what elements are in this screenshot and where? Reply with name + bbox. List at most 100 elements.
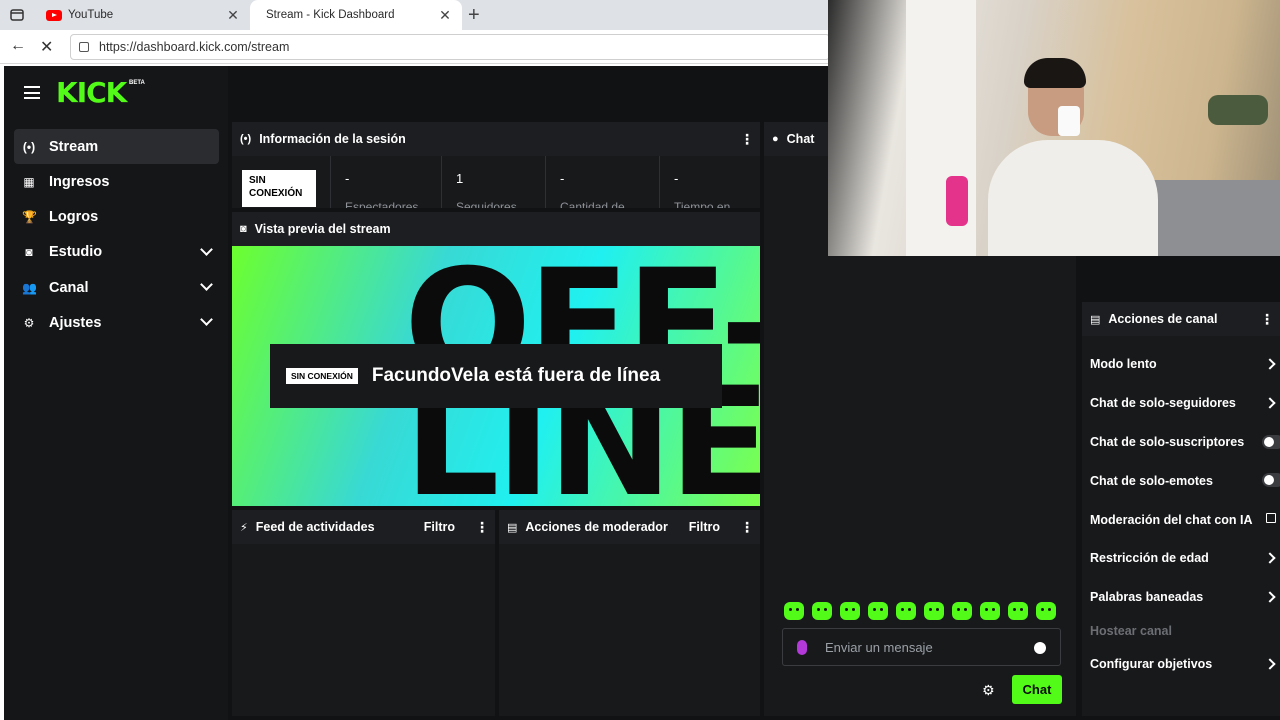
action-label: Modo lento <box>1090 357 1157 372</box>
hamburger-menu-icon[interactable] <box>24 86 40 99</box>
stat-value: - <box>345 171 350 186</box>
chevron-down-icon[interactable] <box>200 243 213 256</box>
send-chat-button[interactable]: Chat <box>1012 675 1062 704</box>
emote-icon[interactable] <box>1008 602 1028 620</box>
back-icon[interactable]: ← <box>10 37 26 55</box>
emote-icon[interactable] <box>952 602 972 620</box>
action-label: Chat de solo-seguidores <box>1090 396 1236 411</box>
action-banned-words[interactable]: Palabras baneadas <box>1082 578 1278 617</box>
trophy-icon: 🏆 <box>22 210 37 225</box>
action-age-restriction[interactable]: Restricción de edad <box>1082 539 1278 578</box>
site-info-icon[interactable] <box>79 42 89 52</box>
emote-icon[interactable] <box>812 602 832 620</box>
close-icon[interactable]: ✕ <box>226 7 240 24</box>
tab-label: Stream - Kick Dashboard <box>266 9 395 21</box>
activity-feed-panel: ⚡ Feed de actividades Filtro ⋮ <box>232 510 495 716</box>
status-badge: SIN CONEXIÓN <box>286 368 358 384</box>
chat-message-input[interactable]: Enviar un mensaje <box>782 628 1061 666</box>
emote-icon[interactable] <box>868 602 888 620</box>
new-tab-icon[interactable]: + <box>468 4 480 27</box>
stat-value: - <box>560 171 565 186</box>
preview-icon: ◙ <box>240 223 247 235</box>
action-label: Restricción de edad <box>1090 551 1209 566</box>
url-input[interactable]: https://dashboard.kick.com/stream <box>70 34 830 60</box>
action-slow-mode[interactable]: Modo lento <box>1082 345 1278 384</box>
filter-button[interactable]: Filtro <box>689 520 720 534</box>
action-label: Chat de solo-suscriptores <box>1090 434 1245 449</box>
sidebar-item-canal[interactable]: 👥 Canal <box>14 270 219 305</box>
offline-message: FacundoVela está fuera de línea <box>371 365 661 386</box>
reload-stop-icon[interactable]: ✕ <box>40 37 53 57</box>
action-label: Chat de solo-emotes <box>1090 473 1213 488</box>
webcam-overlay <box>828 0 1280 256</box>
emote-icon[interactable] <box>784 602 804 620</box>
emote-icon[interactable] <box>896 602 916 620</box>
sidebar-item-label: Ingresos <box>49 173 110 190</box>
emote-icon[interactable] <box>924 602 944 620</box>
webcam-plant <box>1208 95 1268 125</box>
sidebar-item-estudio[interactable]: ◙ Estudio <box>14 235 219 270</box>
chat-bubble-icon: ● <box>772 133 779 145</box>
tab-kick-dashboard[interactable]: Stream - Kick Dashboard ✕ <box>250 0 462 30</box>
url-text: https://dashboard.kick.com/stream <box>99 40 290 54</box>
stat-followers: 1 Seguidores <box>442 156 546 208</box>
more-options-icon[interactable]: ⋮ <box>740 519 754 536</box>
chevron-right-icon <box>1264 552 1276 564</box>
stat-amount: - Cantidad de <box>546 156 660 208</box>
action-configure-goals[interactable]: Configurar objetivos <box>1082 645 1278 684</box>
sidebar-item-ajustes[interactable]: ⚙ Ajustes <box>14 305 219 340</box>
stream-preview-panel: ◙ Vista previa del stream OFF- LINE SIN … <box>232 212 760 506</box>
sidebar-item-label: Canal <box>49 279 89 296</box>
filter-button[interactable]: Filtro <box>424 520 455 534</box>
gear-icon: ⚙ <box>23 315 35 330</box>
more-options-icon[interactable]: ⋮ <box>1260 311 1274 328</box>
stat-label: Seguidores <box>456 200 517 208</box>
sidebar-nav: (•) Stream ▦ Ingresos 🏆 Logros ◙ Estudio… <box>14 129 219 341</box>
stat-time: - Tiempo en <box>660 156 756 208</box>
sidebar-item-label: Estudio <box>49 244 103 261</box>
broadcast-icon: (•) <box>240 133 252 145</box>
action-label: Moderación del chat con IA <box>1090 512 1253 527</box>
chevron-right-icon <box>1264 657 1276 670</box>
users-icon: 👥 <box>22 280 37 295</box>
kick-logo[interactable]: KICK <box>56 76 127 109</box>
action-label: Configurar objetivos <box>1090 656 1213 671</box>
sidebar-item-label: Stream <box>49 138 99 155</box>
close-icon[interactable]: ✕ <box>438 7 452 24</box>
tab-youtube[interactable]: YouTube ✕ <box>36 0 250 30</box>
chevron-down-icon[interactable] <box>200 313 213 327</box>
more-options-icon[interactable]: ⋮ <box>740 131 754 148</box>
studio-icon: ◙ <box>25 245 33 260</box>
more-options-icon[interactable]: ⋮ <box>475 519 489 536</box>
youtube-icon <box>46 9 62 21</box>
stream-preview[interactable]: OFF- LINE SIN CONEXIÓN FacundoVela está … <box>232 246 760 506</box>
sidebar-item-logros[interactable]: 🏆 Logros <box>14 200 219 235</box>
chevron-right-icon <box>1264 358 1276 370</box>
tab-actions-icon[interactable] <box>8 6 26 24</box>
chat-input-placeholder: Enviar un mensaje <box>825 639 933 655</box>
sidebar: KICK BETA (•) Stream ▦ Ingresos 🏆 Logros… <box>4 66 228 720</box>
chevron-down-icon[interactable] <box>200 278 213 292</box>
panel-header: ▤ Acciones de canal ⋮ <box>1082 302 1280 336</box>
emote-icon[interactable] <box>1036 602 1056 620</box>
sidebar-item-ingresos[interactable]: ▦ Ingresos <box>14 164 219 199</box>
chart-icon: ▦ <box>23 174 35 189</box>
chevron-right-icon <box>1264 591 1276 603</box>
panel-title: Acciones de moderador <box>525 520 668 534</box>
emoji-icon[interactable] <box>1034 642 1046 654</box>
channel-icon: ▤ <box>1090 313 1101 326</box>
action-ai-moderation[interactable]: Moderación del chat con IA <box>1082 500 1278 539</box>
chat-settings-icon[interactable]: ⚙ <box>982 682 995 699</box>
action-label: Palabras baneadas <box>1090 590 1204 605</box>
microphone-icon[interactable] <box>797 639 807 655</box>
emotes-only-toggle[interactable] <box>1262 473 1280 488</box>
emote-icon[interactable] <box>840 602 860 620</box>
subscribers-only-toggle[interactable] <box>1262 434 1280 449</box>
emote-icon[interactable] <box>980 602 1000 620</box>
action-label: Hostear canal <box>1090 623 1172 638</box>
panel-title: Feed de actividades <box>255 520 375 534</box>
sidebar-item-stream[interactable]: (•) Stream <box>14 129 219 164</box>
panel-header: ⚡ Feed de actividades Filtro ⋮ <box>232 510 495 544</box>
action-followers-only[interactable]: Chat de solo-seguidores <box>1082 384 1278 423</box>
document-icon: ▤ <box>507 521 518 534</box>
